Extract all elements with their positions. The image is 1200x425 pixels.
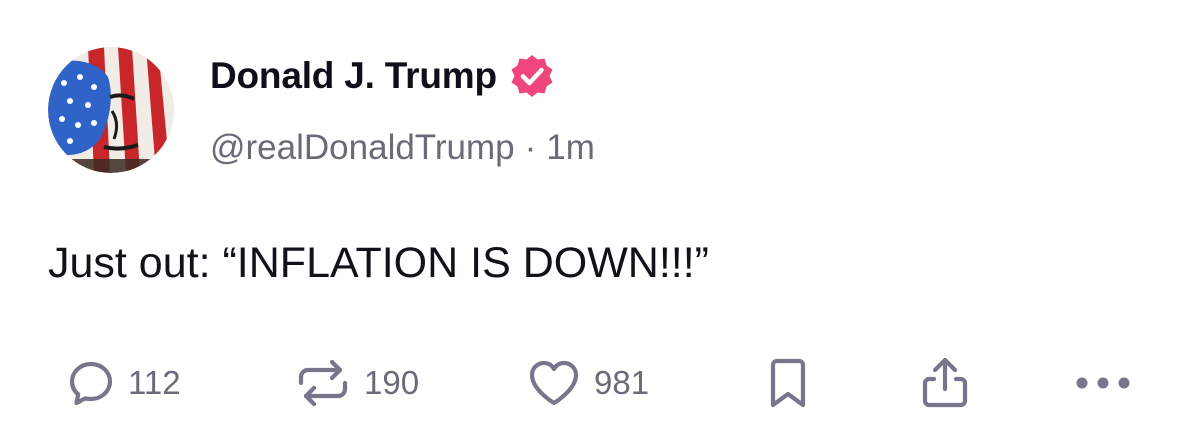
like-count: 981 [594, 364, 650, 401]
heart-icon [526, 357, 582, 409]
post-text: Just out: “INFLATION IS DOWN!!!” [48, 239, 709, 287]
post-actions-bar: 112 190 981 [0, 355, 1200, 411]
flag-portrait-icon [48, 47, 174, 173]
author-name-row: Donald J. Trump [210, 54, 555, 98]
author-handle[interactable]: @realDonaldTrump [210, 128, 515, 167]
verified-badge-icon [509, 53, 555, 99]
bookmark-button[interactable] [764, 355, 812, 411]
like-button[interactable]: 981 [526, 355, 649, 411]
author-handle-row: @realDonaldTrump · 1m [210, 126, 595, 170]
more-options-button[interactable] [1072, 355, 1134, 411]
reply-bubble-icon [66, 358, 116, 408]
author-display-name[interactable]: Donald J. Trump [210, 54, 497, 98]
post-card: Donald J. Trump @realDonaldTrump · 1m Just… [0, 0, 1200, 425]
post-timestamp[interactable]: 1m [546, 128, 595, 167]
handle-separator: · [524, 128, 537, 167]
reply-count: 112 [128, 364, 181, 401]
share-upload-icon [917, 355, 973, 411]
repost-arrows-icon [294, 355, 352, 411]
share-button[interactable] [917, 355, 973, 411]
repost-button[interactable]: 190 [294, 355, 419, 411]
reply-button[interactable]: 112 [66, 355, 181, 411]
bookmark-icon [764, 355, 812, 411]
avatar[interactable] [48, 47, 174, 173]
more-dots-icon [1072, 373, 1134, 393]
repost-count: 190 [364, 364, 420, 401]
